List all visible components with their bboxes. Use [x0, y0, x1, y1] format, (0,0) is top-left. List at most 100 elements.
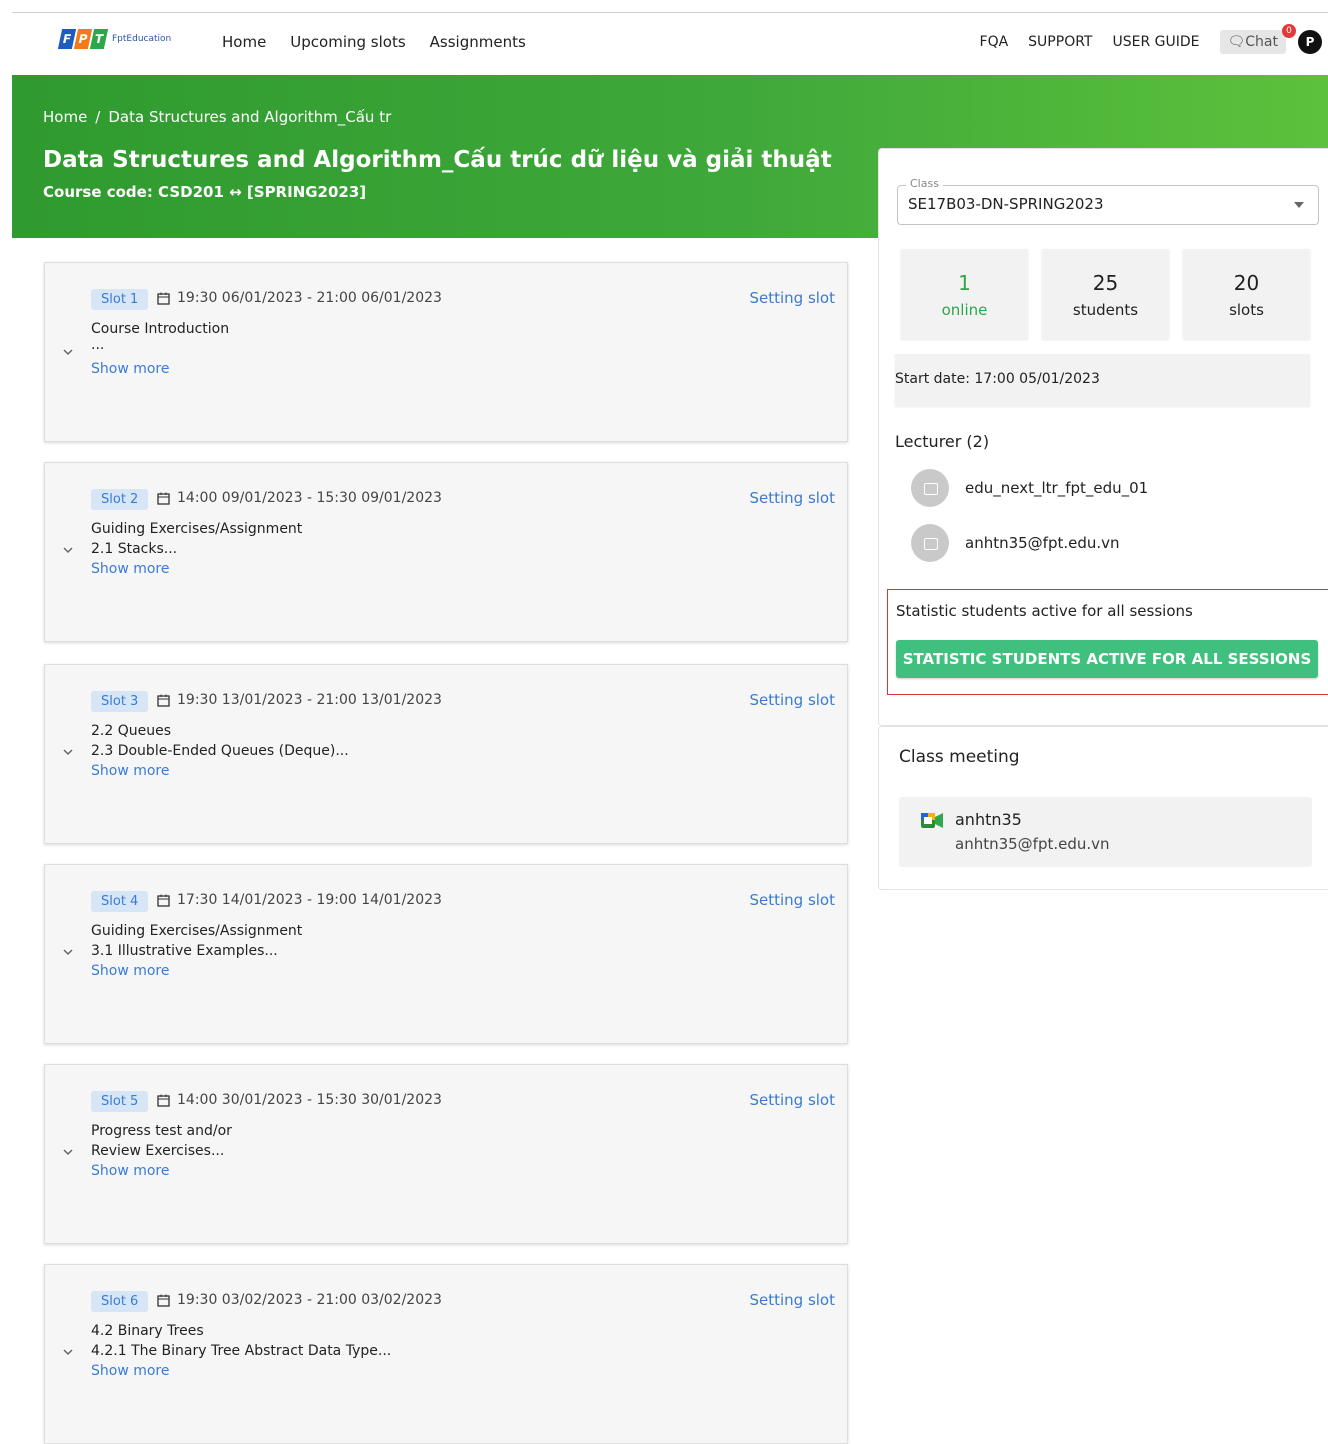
calendar-icon — [157, 492, 170, 505]
class-info-panel: Class SE17B03-DN-SPRING2023 1 online 25 … — [878, 148, 1328, 726]
breadcrumb-current: Data Structures and Algorithm_Cấu tr — [108, 108, 392, 126]
main-nav: Home Upcoming slots Assignments — [222, 33, 526, 51]
slot-description-line1: 2.2 Queues — [91, 723, 172, 739]
nav-home[interactable]: Home — [222, 33, 266, 51]
chevron-down-icon[interactable] — [61, 543, 75, 557]
slot-description-line2: Review Exercises... — [91, 1143, 225, 1159]
slot-card: Slot 1 19:30 06/01/2023 - 21:00 06/01/20… — [44, 262, 848, 442]
setting-slot-link[interactable]: Setting slot — [749, 489, 835, 507]
chat-label: Chat — [1245, 34, 1278, 50]
slot-description-line1: Guiding Exercises/Assignment — [91, 923, 303, 939]
start-date-box: Start date: 17:00 05/01/2023 — [895, 354, 1310, 406]
slot-description-line2: 4.2.1 The Binary Tree Abstract Data Type… — [91, 1343, 392, 1359]
show-more-link[interactable]: Show more — [91, 963, 170, 979]
meeting-host-email: anhtn35@fpt.edu.vn — [955, 835, 1110, 853]
breadcrumb: Home / Data Structures and Algorithm_Cấu t… — [43, 108, 391, 126]
calendar-icon — [157, 894, 170, 907]
students-label: students — [1072, 301, 1139, 319]
setting-slot-link[interactable]: Setting slot — [749, 1091, 835, 1109]
nav-assignments[interactable]: Assignments — [430, 33, 526, 51]
setting-slot-link[interactable]: Setting slot — [749, 691, 835, 709]
avatar — [911, 469, 949, 507]
slots-label: slots — [1229, 301, 1264, 319]
lecturer-item: anhtn35@fpt.edu.vn — [911, 524, 1120, 562]
slot-card: Slot 5 14:00 30/01/2023 - 15:30 30/01/20… — [44, 1064, 848, 1244]
top-navbar: F P T FptEducation Home Upcoming slots A… — [12, 13, 1328, 75]
show-more-link[interactable]: Show more — [91, 361, 170, 377]
setting-slot-link[interactable]: Setting slot — [749, 289, 835, 307]
slot-badge: Slot 4 — [91, 891, 149, 912]
slot-time: 19:30 03/02/2023 - 21:00 03/02/2023 — [177, 1292, 442, 1308]
nav-fqa[interactable]: FQA — [980, 34, 1009, 50]
course-code: Course code: CSD201 ↔ [SPRING2023] — [43, 183, 367, 201]
slot-badge: Slot 6 — [91, 1291, 149, 1312]
students-count: 25 — [1092, 271, 1119, 295]
meeting-host-name: anhtn35 — [955, 810, 1022, 829]
show-more-link[interactable]: Show more — [91, 561, 170, 577]
user-avatar[interactable]: P — [1298, 30, 1322, 54]
students-stat[interactable]: 25 students — [1042, 249, 1169, 339]
nav-upcoming-slots[interactable]: Upcoming slots — [290, 33, 405, 51]
slot-time: 14:00 09/01/2023 - 15:30 09/01/2023 — [177, 490, 442, 506]
breadcrumb-separator: / — [95, 108, 101, 126]
statistic-description: Statistic students active for all sessio… — [896, 602, 1193, 620]
online-label: online — [941, 301, 988, 319]
lecturer-name: anhtn35@fpt.edu.vn — [965, 534, 1120, 552]
slot-badge: Slot 5 — [91, 1091, 149, 1112]
class-select-value: SE17B03-DN-SPRING2023 — [908, 195, 1104, 213]
slot-time: 17:30 14/01/2023 - 19:00 14/01/2023 — [177, 892, 442, 908]
slot-badge: Slot 3 — [91, 691, 149, 712]
slot-description-line1: 4.2 Binary Trees — [91, 1323, 204, 1339]
avatar — [911, 524, 949, 562]
slot-card: Slot 2 14:00 09/01/2023 - 15:30 09/01/20… — [44, 462, 848, 642]
chevron-down-icon[interactable] — [61, 945, 75, 959]
statistic-section: Statistic students active for all sessio… — [887, 589, 1328, 695]
statistic-students-button[interactable]: STATISTIC STUDENTS ACTIVE FOR ALL SESSIO… — [896, 640, 1318, 678]
show-more-link[interactable]: Show more — [91, 763, 170, 779]
breadcrumb-home[interactable]: Home — [43, 108, 87, 126]
start-date: Start date: 17:00 05/01/2023 — [895, 371, 1100, 387]
slot-time: 19:30 13/01/2023 - 21:00 13/01/2023 — [177, 692, 442, 708]
class-select-label: Class — [906, 177, 943, 190]
google-meet-icon — [921, 813, 943, 828]
chat-badge: 0 — [1282, 24, 1296, 38]
slot-badge: Slot 2 — [91, 489, 149, 510]
setting-slot-link[interactable]: Setting slot — [749, 1291, 835, 1309]
class-select[interactable]: Class SE17B03-DN-SPRING2023 — [897, 177, 1319, 225]
slot-description-line1: Progress test and/or — [91, 1123, 232, 1139]
slot-card: Slot 4 17:30 14/01/2023 - 19:00 14/01/20… — [44, 864, 848, 1044]
chat-button[interactable]: 🗨Chat 0 — [1219, 24, 1296, 54]
slot-description-line2: ... — [91, 337, 105, 353]
slot-description-line1: Guiding Exercises/Assignment — [91, 521, 303, 537]
chevron-down-icon[interactable] — [61, 345, 75, 359]
chevron-down-icon[interactable] — [61, 745, 75, 759]
class-meeting-panel: Class meeting anhtn35 anhtn35@fpt.edu.vn — [878, 726, 1328, 890]
right-nav: FQA SUPPORT USER GUIDE 🗨Chat 0 P — [980, 24, 1328, 54]
class-meeting-title: Class meeting — [899, 747, 1020, 767]
dropdown-arrow-icon — [1294, 202, 1304, 208]
calendar-icon — [157, 1094, 170, 1107]
slots-count: 20 — [1233, 271, 1260, 295]
online-stat[interactable]: 1 online — [901, 249, 1028, 339]
course-title: Data Structures and Algorithm_Cấu trúc d… — [43, 147, 832, 173]
lecturer-name: edu_next_ltr_fpt_edu_01 — [965, 479, 1149, 497]
slot-card: Slot 6 19:30 03/02/2023 - 21:00 03/02/20… — [44, 1264, 848, 1444]
fpt-logo[interactable]: F P T FptEducation — [57, 29, 171, 49]
chevron-down-icon[interactable] — [61, 1145, 75, 1159]
online-count: 1 — [958, 271, 971, 295]
slot-card: Slot 3 19:30 13/01/2023 - 21:00 13/01/20… — [44, 664, 848, 844]
show-more-link[interactable]: Show more — [91, 1363, 170, 1379]
show-more-link[interactable]: Show more — [91, 1163, 170, 1179]
slot-description-line2: 3.1 Illustrative Examples... — [91, 943, 278, 959]
slot-time: 14:00 30/01/2023 - 15:30 30/01/2023 — [177, 1092, 442, 1108]
calendar-icon — [157, 694, 170, 707]
meeting-item[interactable]: anhtn35 anhtn35@fpt.edu.vn — [899, 797, 1312, 867]
nav-user-guide[interactable]: USER GUIDE — [1112, 34, 1199, 50]
slot-description-line2: 2.1 Stacks... — [91, 541, 178, 557]
nav-support[interactable]: SUPPORT — [1028, 34, 1092, 50]
chevron-down-icon[interactable] — [61, 1345, 75, 1359]
chat-icon: 🗨 — [1227, 34, 1246, 50]
lecturer-title: Lecturer (2) — [895, 432, 990, 451]
slots-stat[interactable]: 20 slots — [1183, 249, 1310, 339]
setting-slot-link[interactable]: Setting slot — [749, 891, 835, 909]
